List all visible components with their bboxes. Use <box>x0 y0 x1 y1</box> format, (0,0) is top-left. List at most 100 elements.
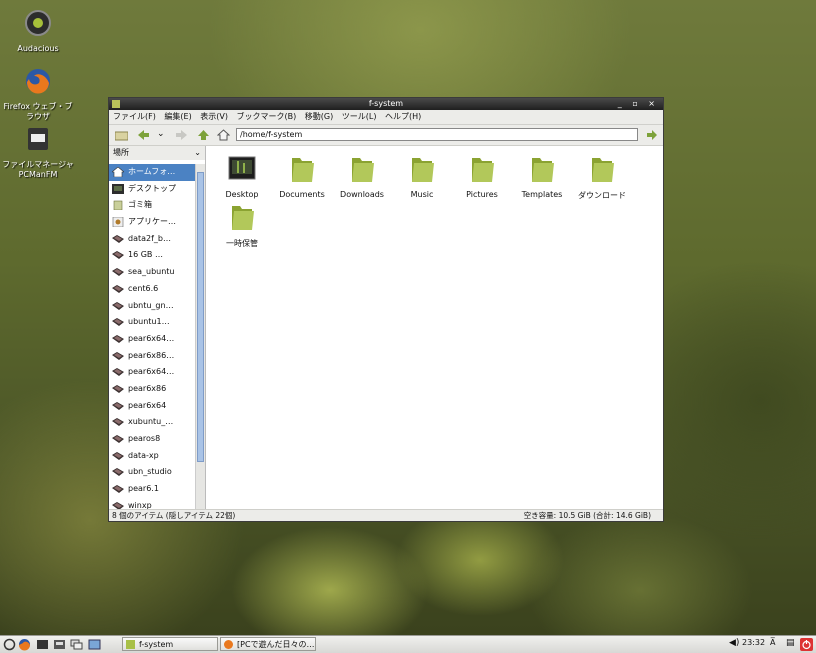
sidebar-item-drive[interactable]: ubuntu1… <box>109 314 195 331</box>
ime-indicator[interactable]: A̅ <box>770 638 775 647</box>
sidebar-item-drive[interactable]: ubn_studio <box>109 464 195 481</box>
menu-help[interactable]: ヘルプ(H) <box>385 112 421 121</box>
sidebar-item-label: pear6x86 <box>128 383 167 393</box>
file-label: Music <box>410 190 434 199</box>
window-switch-icon[interactable] <box>70 638 83 651</box>
drive-icon <box>112 468 124 477</box>
sidebar-item-drive[interactable]: sea_ubuntu <box>109 264 195 281</box>
folder-icon <box>592 158 614 182</box>
menu-bar: ファイル(F) 編集(E) 表示(V) ブックマーク(B) 移動(G) ツール(… <box>109 110 663 125</box>
drive-icon <box>112 384 124 393</box>
folder-icon <box>532 158 554 182</box>
file-item-documents[interactable]: Documents <box>272 154 332 199</box>
sidebar-item-drive[interactable]: 16 GB … <box>109 247 195 264</box>
sidebar-item-trash[interactable]: ゴミ箱 <box>109 197 195 214</box>
sidebar-item-label: data-xp <box>128 450 159 460</box>
toolbar: ⌄ /home/f-system <box>109 125 663 146</box>
sidebar-item-home[interactable]: ホームフォ… <box>109 164 195 181</box>
sidebar-item-drive[interactable]: xubuntu_… <box>109 414 195 431</box>
drive-icon <box>112 485 124 494</box>
menu-tools[interactable]: ツール(L) <box>342 112 377 121</box>
desktop-icon-firefox[interactable]: Firefox ウェブ・ブラウザ <box>0 67 76 122</box>
sidebar-item-label: sea_ubuntu <box>128 267 175 277</box>
sidebar-places: 場所 ⌄ ホームフォ… デスクトップ ゴミ箱 アプリケー… data2f_b… … <box>109 146 206 510</box>
sidebar-scrollbar[interactable] <box>195 164 205 510</box>
menu-go[interactable]: 移動(G) <box>305 112 333 121</box>
menu-file[interactable]: ファイル(F) <box>113 112 156 121</box>
trash-icon <box>113 201 123 211</box>
drive-icon <box>112 318 124 327</box>
sidebar-item-drive[interactable]: pear6x86 <box>109 381 195 398</box>
volume-icon[interactable]: ◀) <box>729 638 739 648</box>
sidebar-item-drive[interactable]: data2f_b… <box>109 231 195 248</box>
sidebar-item-drive[interactable]: pear6x64… <box>109 364 195 381</box>
menu-edit[interactable]: 編集(E) <box>164 112 191 121</box>
forward-icon[interactable] <box>175 129 188 141</box>
path-input[interactable]: /home/f-system <box>236 128 638 141</box>
taskbar-task-f-system[interactable]: f-system <box>122 637 218 651</box>
desktop-icon-audacious[interactable]: Audacious <box>0 9 76 54</box>
window-controls[interactable]: _ ▫ × <box>618 98 659 110</box>
audacious-icon <box>25 10 51 36</box>
firefox-icon[interactable] <box>18 638 31 651</box>
sidebar-item-drive[interactable]: pear6x64 <box>109 398 195 415</box>
drive-icon <box>112 451 124 460</box>
drive-icon <box>112 251 124 260</box>
places-dropdown[interactable]: 場所 ⌄ <box>109 146 205 160</box>
sidebar-item-drive[interactable]: pear6x86… <box>109 348 195 365</box>
desktop-folder-icon <box>228 156 256 180</box>
scrollbar-thumb[interactable] <box>197 172 204 462</box>
desktop-icon-file-manager[interactable]: ファイルマネージャ PCManFM <box>0 125 76 180</box>
new-tab-icon[interactable] <box>115 129 128 141</box>
file-view: Desktop Documents Downloads Music Pictur… <box>206 146 663 510</box>
drive-icon <box>112 234 124 243</box>
file-manager-icon[interactable] <box>53 638 66 651</box>
file-manager-window: f-system _ ▫ × ファイル(F) 編集(E) 表示(V) ブックマー… <box>108 97 664 522</box>
power-icon[interactable] <box>800 638 813 651</box>
sidebar-item-drive[interactable]: pear6x64… <box>109 331 195 348</box>
firefox-icon <box>26 69 50 94</box>
file-item-desktop[interactable]: Desktop <box>212 154 272 199</box>
folder-icon <box>112 100 120 108</box>
up-icon[interactable] <box>197 129 210 141</box>
drive-icon <box>112 351 124 360</box>
network-icon[interactable]: ▤ <box>786 638 795 648</box>
file-label: Desktop <box>225 190 259 199</box>
taskbar-task-firefox[interactable]: [PCで遊んだ日々の… <box>220 637 316 651</box>
back-icon[interactable] <box>137 129 150 141</box>
go-icon[interactable] <box>645 129 658 141</box>
home-icon[interactable] <box>217 129 230 141</box>
sidebar-item-desktop[interactable]: デスクトップ <box>109 181 195 198</box>
file-item-download-jp[interactable]: ダウンロード <box>572 154 632 201</box>
history-dropdown-chevron-icon[interactable]: ⌄ <box>157 129 165 139</box>
file-item-temp-storage[interactable]: 一時保管 <box>212 202 272 249</box>
chevron-down-icon: ⌄ <box>194 148 201 157</box>
desktop-icon <box>112 183 124 194</box>
places-list: ホームフォ… デスクトップ ゴミ箱 アプリケー… data2f_b… 16 GB… <box>109 164 195 514</box>
sidebar-item-drive[interactable]: pear6.1 <box>109 481 195 498</box>
menu-bookmarks[interactable]: ブックマーク(B) <box>237 112 297 121</box>
task-label: f-system <box>139 640 174 649</box>
status-bar: 8 個のアイテム (隠しアイテム 22個) 空き容量: 10.5 GiB (合計… <box>109 509 663 521</box>
menu-view[interactable]: 表示(V) <box>200 112 228 121</box>
window-titlebar[interactable]: f-system _ ▫ × <box>109 98 663 110</box>
file-item-downloads[interactable]: Downloads <box>332 154 392 199</box>
status-free-space: 空き容量: 10.5 GiB (合計: 14.6 GiB) <box>523 511 651 520</box>
sidebar-item-drive[interactable]: ubntu_gn… <box>109 298 195 315</box>
file-item-pictures[interactable]: Pictures <box>452 154 512 199</box>
sidebar-item-applications[interactable]: アプリケー… <box>109 214 195 231</box>
clock[interactable]: 23:32 <box>742 638 765 647</box>
file-item-music[interactable]: Music <box>392 154 452 199</box>
file-label: 一時保管 <box>226 239 258 248</box>
sidebar-item-drive[interactable]: data-xp <box>109 448 195 465</box>
file-item-templates[interactable]: Templates <box>512 154 572 199</box>
drive-icon <box>112 368 124 377</box>
sidebar-item-drive[interactable]: cent6.6 <box>109 281 195 298</box>
sidebar-item-label: pear6x64… <box>128 367 175 377</box>
show-desktop-icon[interactable] <box>88 638 101 651</box>
sidebar-item-label: pearos8 <box>128 434 161 443</box>
sidebar-item-drive[interactable]: pearos8 <box>109 431 195 448</box>
terminal-icon[interactable] <box>36 638 49 651</box>
start-menu-icon[interactable] <box>3 638 16 651</box>
folder-icon <box>352 158 374 182</box>
